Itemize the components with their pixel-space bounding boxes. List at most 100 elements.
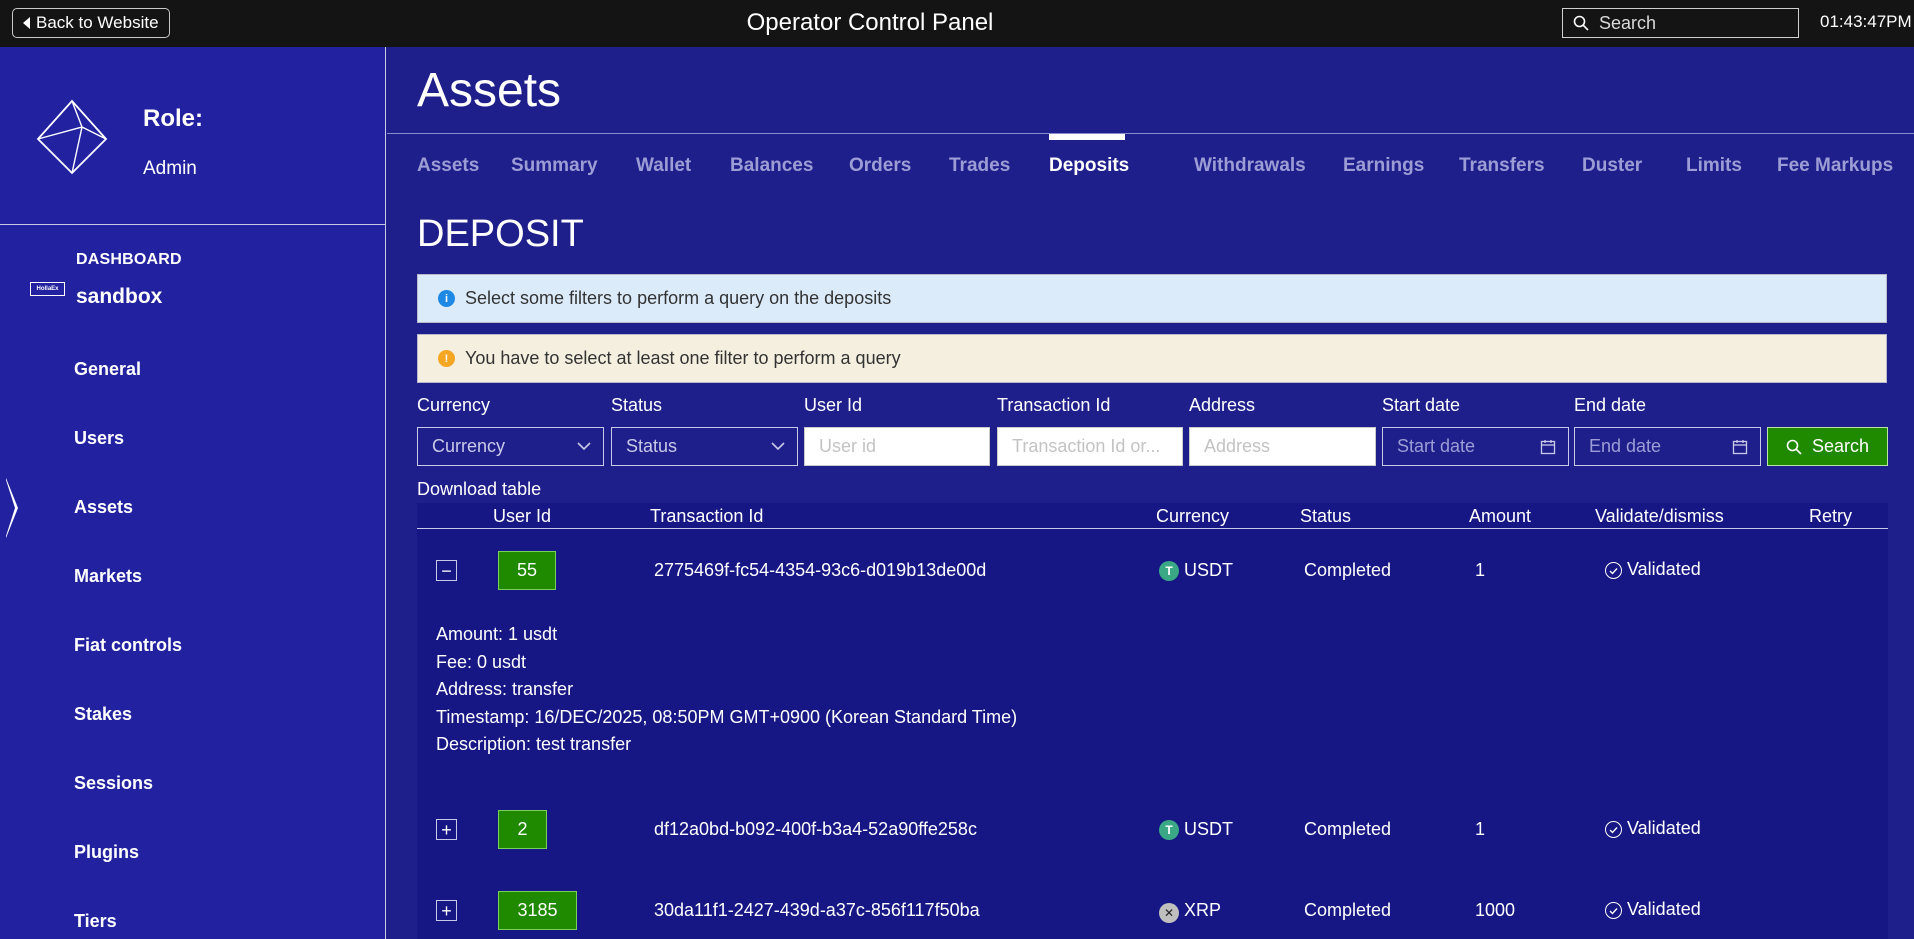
deposit-details: Amount: 1 usdt Fee: 0 usdt Address: tran… (436, 621, 1017, 759)
column-header-amount[interactable]: Amount (1469, 506, 1531, 527)
search-button-label: Search (1811, 436, 1870, 456)
expand-row-button[interactable]: + (436, 900, 457, 921)
warning-alert-text: You have to select at least one filter t… (465, 348, 901, 368)
calendar-icon (1540, 439, 1556, 454)
sidebar-item-stakes[interactable]: Stakes (74, 704, 132, 725)
top-search-input[interactable] (1599, 12, 1789, 34)
page-title: Assets (417, 64, 562, 117)
transaction-id-cell: df12a0bd-b092-400f-b3a4-52a90ffe258c (654, 819, 977, 839)
detail-description: Description: test transfer (436, 734, 632, 754)
tab-assets[interactable]: Assets (417, 155, 479, 177)
active-tab-indicator (1049, 134, 1125, 140)
main-content: Assets Assets Summary Wallet Balances Or… (387, 47, 1914, 939)
chevron-down-icon (577, 442, 591, 451)
end-date-filter-label: End date (1574, 395, 1647, 415)
column-header-validate-dismiss[interactable]: Validate/dismiss (1595, 506, 1724, 527)
app-title: Operator Control Panel (746, 9, 994, 36)
download-table-link[interactable]: Download table (417, 479, 541, 500)
currency-filter-label: Currency (417, 395, 491, 415)
check-circle-icon (1605, 562, 1622, 579)
validation-status: Validated (1627, 818, 1701, 838)
amount-cell: 1000 (1475, 900, 1516, 920)
xrp-icon: ✕ (1159, 903, 1179, 923)
transaction-id-field[interactable] (997, 427, 1183, 466)
column-header-retry[interactable]: Retry (1809, 506, 1852, 527)
section-title: DEPOSIT (417, 213, 584, 255)
usdt-icon: T (1159, 561, 1179, 581)
search-icon (1573, 15, 1589, 31)
column-header-currency[interactable]: Currency (1156, 506, 1229, 527)
dashboard-label: DASHBOARD (76, 251, 182, 268)
tab-balances[interactable]: Balances (730, 155, 813, 177)
dashboard-name[interactable]: sandbox (76, 285, 162, 309)
role-panel: Role: Admin (0, 47, 386, 225)
sidebar-item-plugins[interactable]: Plugins (74, 842, 139, 863)
top-search-box[interactable] (1562, 8, 1799, 38)
collapse-row-button[interactable]: − (436, 560, 457, 581)
tab-trades[interactable]: Trades (949, 155, 1010, 177)
tab-fee-markups[interactable]: Fee Markups (1777, 155, 1893, 177)
user-id-filter-label: User Id (804, 395, 863, 415)
search-button[interactable]: Search (1767, 427, 1888, 466)
currency-cell: USDT (1184, 819, 1233, 839)
sidebar-item-sessions[interactable]: Sessions (74, 773, 153, 794)
column-header-user-id[interactable]: User Id (493, 506, 551, 527)
address-input[interactable] (1204, 436, 1375, 457)
column-header-transaction-id[interactable]: Transaction Id (650, 506, 763, 527)
user-id-button[interactable]: 2 (498, 810, 547, 849)
info-alert: i Select some filters to perform a query… (417, 274, 1887, 323)
table-row: − 55 2775469f-fc54-4354-93c6-d019b13de00… (417, 543, 1888, 773)
tab-deposits[interactable]: Deposits (1049, 155, 1129, 177)
user-id-input[interactable] (819, 436, 989, 457)
address-filter-label: Address (1189, 395, 1256, 415)
user-id-field[interactable] (804, 427, 990, 466)
clock: 01:43:47PM (1820, 12, 1912, 31)
sidebar-item-fiat-controls[interactable]: Fiat controls (74, 635, 182, 656)
chevron-down-icon (771, 442, 785, 451)
column-header-status[interactable]: Status (1300, 506, 1351, 527)
check-circle-icon (1605, 821, 1622, 838)
detail-amount: Amount: 1 usdt (436, 624, 558, 644)
address-field[interactable] (1189, 427, 1376, 466)
warning-alert: ! You have to select at least one filter… (417, 334, 1887, 383)
start-date-placeholder: Start date (1397, 436, 1476, 456)
tab-orders[interactable]: Orders (849, 155, 911, 177)
start-date-picker[interactable]: Start date (1382, 427, 1569, 466)
warning-icon: ! (438, 350, 455, 367)
tab-withdrawals[interactable]: Withdrawals (1194, 155, 1306, 177)
detail-timestamp: Timestamp: 16/DEC/2025, 08:50PM GMT+0900… (436, 706, 1018, 727)
role-title: Role: (143, 105, 203, 132)
role-value: Admin (143, 158, 197, 179)
exchange-logo: HollaEx (30, 282, 65, 296)
tab-earnings[interactable]: Earnings (1343, 155, 1424, 177)
expand-row-button[interactable]: + (436, 819, 457, 840)
sidebar-item-users[interactable]: Users (74, 428, 124, 449)
end-date-picker[interactable]: End date (1574, 427, 1761, 466)
sidebar-item-tiers[interactable]: Tiers (74, 911, 117, 932)
status-select[interactable]: Status (611, 427, 798, 466)
amount-cell: 1 (1475, 819, 1486, 839)
user-id-button[interactable]: 55 (498, 551, 556, 590)
sidebar-item-markets[interactable]: Markets (74, 566, 142, 587)
status-cell: Completed (1304, 560, 1392, 580)
sidebar-item-assets[interactable]: Assets (74, 497, 133, 518)
tab-duster[interactable]: Duster (1582, 155, 1642, 177)
tab-limits[interactable]: Limits (1686, 155, 1742, 177)
active-nav-indicator-inner (6, 480, 15, 536)
sidebar: Role: Admin DASHBOARD HollaEx sandbox Ge… (0, 47, 386, 939)
diamond-logo-icon (36, 99, 108, 175)
currency-cell: XRP (1184, 900, 1222, 920)
user-id-button[interactable]: 3185 (498, 891, 577, 930)
tab-wallet[interactable]: Wallet (636, 155, 691, 177)
status-cell: Completed (1304, 900, 1392, 920)
detail-address: Address: transfer (436, 679, 574, 699)
deposits-table: User Id Transaction Id Currency Status A… (417, 503, 1888, 939)
currency-select[interactable]: Currency (417, 427, 604, 466)
tab-transfers[interactable]: Transfers (1459, 155, 1545, 177)
transaction-id-cell: 2775469f-fc54-4354-93c6-d019b13de00d (654, 560, 987, 580)
status-filter-label: Status (611, 395, 663, 415)
sidebar-item-general[interactable]: General (74, 359, 141, 380)
detail-fee: Fee: 0 usdt (436, 651, 527, 672)
transaction-id-input[interactable] (1012, 436, 1182, 457)
tab-summary[interactable]: Summary (511, 155, 598, 177)
